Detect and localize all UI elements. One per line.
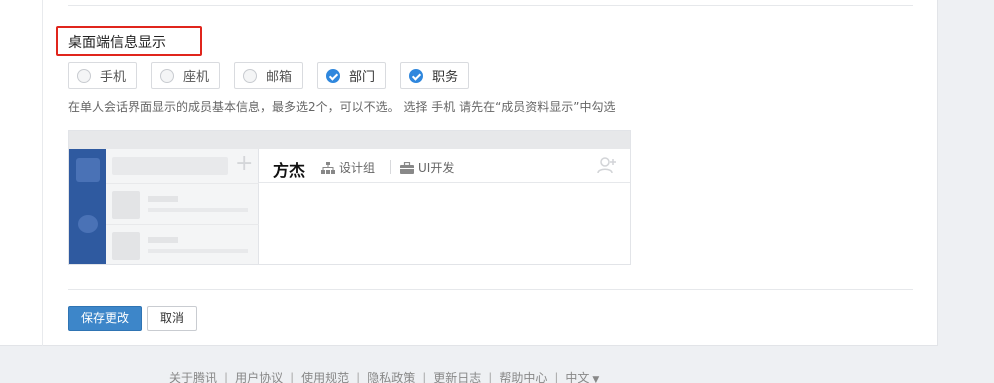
checkbox-icon [243,68,258,83]
checkbox-icon [160,68,175,83]
cancel-button[interactable]: 取消 [147,306,197,331]
option-label: 邮箱 [266,70,293,85]
preview-plus-icon: + [235,151,254,176]
settings-panel: 桌面端信息显示 手机 座机 邮箱 部门 职务 在单人会话界面显示的成员基本信息，… [0,0,938,346]
option-position[interactable]: 职务 [400,62,470,89]
option-mobile[interactable]: 手机 [68,62,138,89]
bottom-divider [68,289,913,290]
preview-department: 设计组 [321,159,375,176]
option-department[interactable]: 部门 [317,62,387,89]
footer-link-privacy[interactable]: 隐私政策 [367,369,415,383]
option-label: 手机 [100,70,127,85]
footer-link-about[interactable]: 关于腾讯 [169,369,217,383]
preview-titlebar [69,131,630,149]
checked-icon [326,68,341,83]
checkbox-icon [77,68,91,83]
preview-sidebar [69,149,106,264]
briefcase-icon [400,161,414,174]
preview-list-item [106,183,259,223]
footer-link-changelog[interactable]: 更新日志 [433,369,481,383]
preview-position: UI开发 [400,159,454,176]
save-button[interactable]: 保存更改 [68,306,142,331]
checked-icon [409,68,424,83]
chevron-down-icon: ▼ [592,375,600,383]
preview-chat-icon [78,215,98,233]
preview-search-bar [112,157,228,175]
option-email[interactable]: 邮箱 [234,62,304,89]
hint-text: 在单人会话界面显示的成员基本信息，最多选2个，可以不选。 选择 手机 请先在“成… [68,100,616,114]
option-landline[interactable]: 座机 [151,62,221,89]
top-divider [68,5,913,6]
option-label: 职务 [432,70,459,85]
preview-contact-name: 方杰 [273,161,306,180]
org-icon [321,161,335,174]
preview-divider [390,160,391,174]
chat-preview: + 方杰 设计组 UI开发 [68,130,631,265]
preview-avatar-icon [76,158,100,182]
footer-link-agreement[interactable]: 用户协议 [235,369,283,383]
option-label: 部门 [349,70,376,85]
footer-link-help[interactable]: 帮助中心 [499,369,547,383]
section-title: 桌面端信息显示 [56,26,202,56]
panel-left-divider [42,0,43,346]
display-options: 手机 座机 邮箱 部门 职务 [68,62,470,89]
footer-links: 关于腾讯 | 用户协议 | 使用规范 | 隐私政策 | 更新日志 | 帮助中心 … [169,369,599,383]
preview-list-item [106,224,259,264]
preview-chat-header: 方杰 设计组 UI开发 [259,149,630,183]
option-label: 座机 [183,70,210,85]
footer-link-rules[interactable]: 使用规范 [301,369,349,383]
add-user-icon [597,156,617,178]
preview-conversation-list: + [106,149,259,264]
language-select[interactable]: 中文 ▼ [565,369,599,383]
